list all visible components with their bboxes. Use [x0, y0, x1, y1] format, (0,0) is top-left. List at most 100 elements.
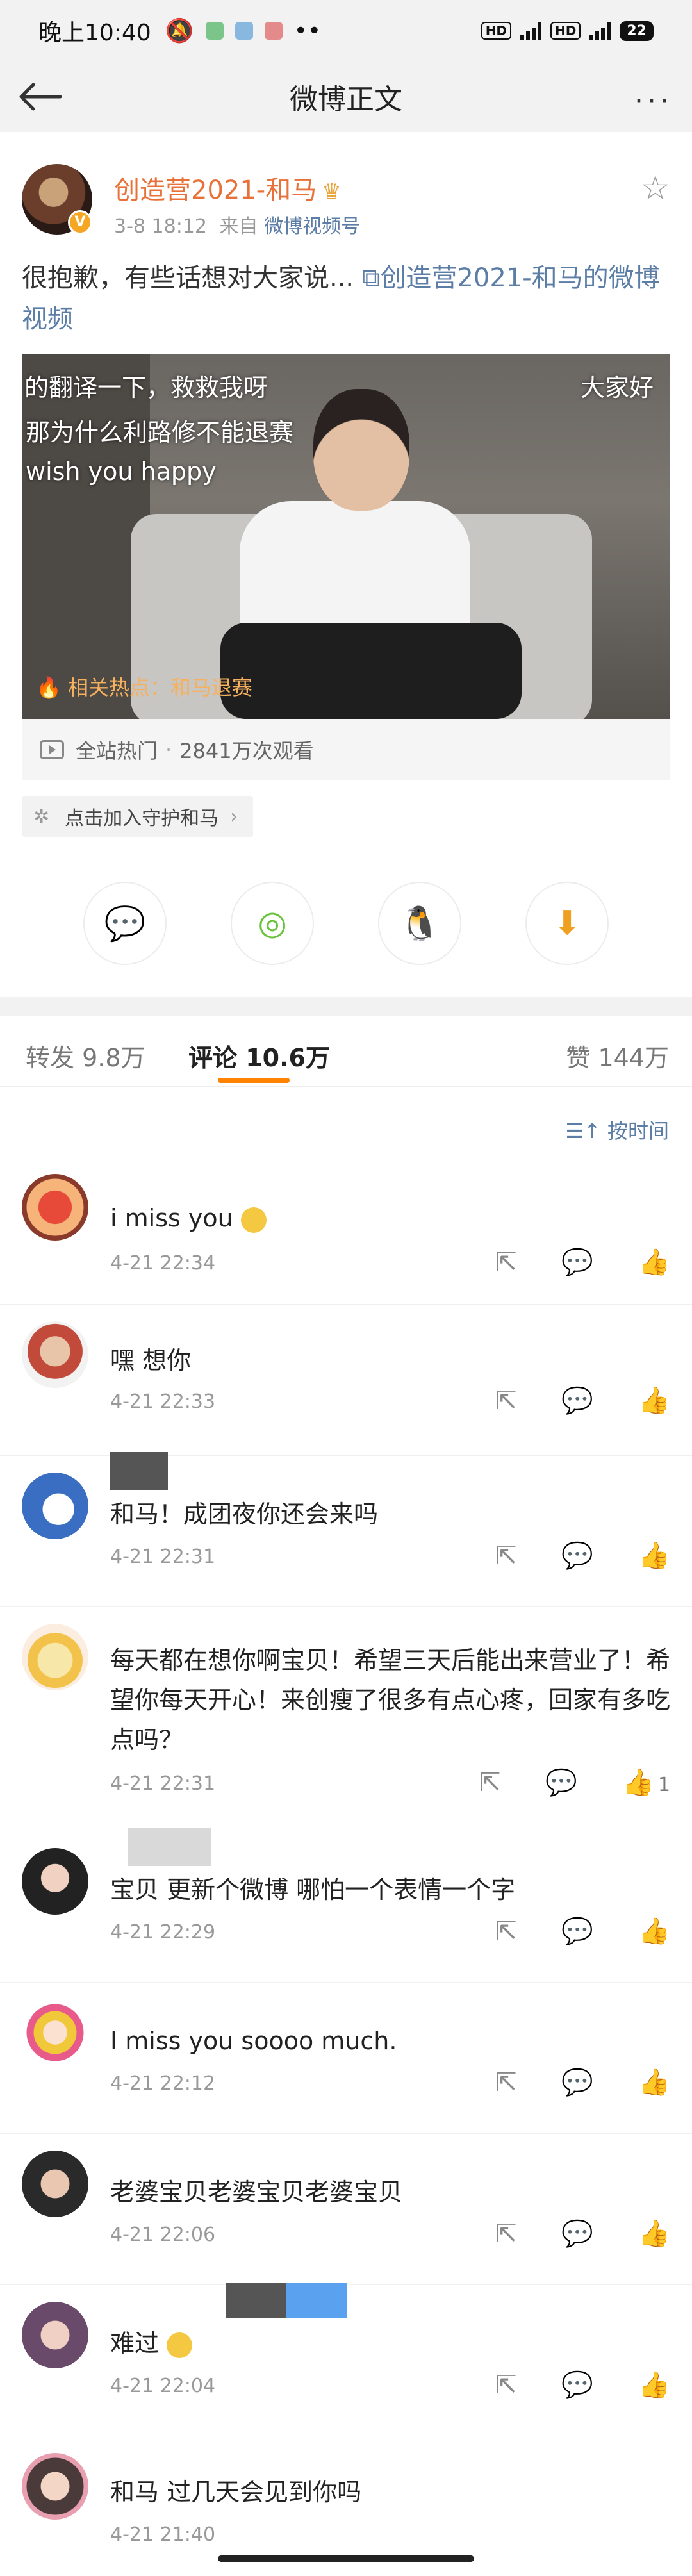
home-indicator[interactable] [218, 2555, 474, 2562]
post-meta: 3-8 18:12 来自 微博视频号 [114, 210, 360, 238]
comment-actions: ⇱ 💬 👍 1 [479, 1767, 670, 1798]
reply-icon[interactable]: 💬 [561, 2067, 593, 2097]
author-name-wrap[interactable]: 创造营2021-和马 ♛ [114, 169, 342, 206]
commenter-name-redacted [226, 2283, 347, 2318]
tab-repost[interactable]: 转发 9.8万 [26, 1038, 145, 1073]
like-icon[interactable]: 👍 [638, 2370, 670, 2400]
commenter-avatar[interactable] [22, 1624, 88, 1690]
comment-text: I miss you soooo much. [110, 2027, 397, 2055]
repost-icon[interactable]: ⇱ [495, 2068, 517, 2097]
repost-icon[interactable]: ⇱ [495, 2370, 517, 2400]
repost-icon[interactable]: ⇱ [495, 1541, 517, 1571]
like-icon[interactable]: 👍 [638, 1916, 670, 1946]
comment-actions: ⇱ 💬 👍 [495, 2218, 670, 2249]
repost-icon[interactable]: ⇱ [495, 1917, 517, 1946]
repost-icon[interactable]: ⇱ [479, 1768, 501, 1797]
commenter-avatar[interactable] [22, 1999, 88, 2066]
reply-icon[interactable]: 💬 [545, 1767, 577, 1797]
guard-icon: ✲ [33, 805, 50, 828]
author-name[interactable]: 创造营2021-和马 [114, 176, 317, 205]
comment-text: i miss you [110, 1204, 233, 1232]
app-notification-icon [205, 22, 224, 40]
comment-text-wrap: 和马 过几天会见到你吗 [110, 2472, 674, 2512]
more-options-icon[interactable]: ··· [634, 85, 673, 117]
chevron-right-icon: › [230, 805, 238, 828]
reply-icon[interactable]: 💬 [561, 2370, 593, 2400]
comment-time: 4-21 22:31 [110, 1546, 216, 1568]
related-hot-topic[interactable]: 🔥 相关热点：和马退赛 [36, 672, 252, 701]
comment-actions: ⇱ 💬 👍 [495, 1916, 670, 1947]
page-title: 微博正文 [290, 83, 402, 116]
save-image-button[interactable]: ⬇ [525, 882, 609, 965]
commenter-avatar[interactable] [22, 1848, 88, 1915]
commenter-avatar[interactable] [22, 1473, 88, 1539]
qq-share-button[interactable]: 🐧 [378, 882, 461, 965]
post-source[interactable]: 微博视频号 [264, 215, 360, 238]
join-guard-button[interactable]: ✲ 点击加入守护和马 › [22, 796, 254, 837]
nav-bar: 微博正文 ··· [0, 62, 692, 132]
hd-badge: HD [550, 22, 581, 40]
more-notifications-icon: •• [293, 17, 322, 44]
wechat-share-button[interactable]: 💬 [83, 882, 167, 965]
tab-likes[interactable]: 赞 144万 [566, 1038, 669, 1073]
notification-icons: 🔕 •• [165, 17, 322, 45]
like-icon[interactable]: 👍 [638, 1385, 670, 1416]
like-count: 1 [657, 1774, 670, 1796]
mute-icon: 🔕 [165, 18, 194, 44]
stats-separator: · [165, 738, 172, 762]
commenter-avatar[interactable] [22, 1174, 88, 1241]
comment-item: 宝贝 更新个微博 哪怕一个表情一个字 4-21 22:29 ⇱ 💬 👍 [0, 1828, 692, 1983]
back-arrow-icon[interactable] [18, 81, 63, 113]
video-player[interactable]: 的翻译一下，救救我呀 那为什么利路修不能退赛 wish you happy 大家… [22, 354, 670, 719]
comment-text-wrap: I miss you soooo much. [110, 2021, 674, 2061]
like-icon[interactable]: 👍 [638, 1540, 670, 1571]
comment-item: i miss you 4-21 22:34 ⇱ 💬 👍 [0, 1157, 692, 1305]
repost-icon[interactable]: ⇱ [495, 1248, 517, 1277]
comment-time: 4-21 22:12 [110, 2072, 216, 2095]
comment-text: 老婆宝贝老婆宝贝老婆宝贝 [110, 2178, 403, 2206]
reply-icon[interactable]: 💬 [561, 1385, 593, 1416]
comment-item: 和马！成团夜你还会来吗 4-21 22:31 ⇱ 💬 👍 [0, 1452, 692, 1607]
commenter-avatar[interactable] [22, 2453, 88, 2520]
tab-comments[interactable]: 评论 10.6万 [188, 1038, 330, 1073]
reply-icon[interactable]: 💬 [561, 2218, 593, 2249]
commenter-avatar[interactable] [22, 2302, 88, 2368]
video-caption: 大家好 [580, 374, 654, 402]
repost-icon[interactable]: ⇱ [495, 2219, 517, 2249]
guard-label: 点击加入守护和马 [65, 807, 219, 830]
crown-icon: ♛ [322, 179, 342, 204]
comment-time: 4-21 22:04 [110, 2375, 216, 2397]
stats-label: 全站热门 [76, 739, 158, 763]
comment-actions: ⇱ 💬 👍 [495, 1385, 670, 1416]
post-author: V 创造营2021-和马 ♛ 3-8 18:12 来自 微博视频号 ☆ [0, 132, 692, 238]
post-date: 3-8 18:12 [114, 215, 207, 238]
hd-badge: HD [481, 22, 512, 40]
comment-time: 4-21 21:40 [110, 2523, 216, 2546]
like-icon[interactable]: 👍 [638, 2218, 670, 2249]
reply-icon[interactable]: 💬 [561, 1540, 593, 1571]
source-prefix: 来自 [219, 215, 258, 238]
like-icon[interactable]: 👍 [638, 2067, 670, 2097]
repost-icon[interactable]: ⇱ [495, 1386, 517, 1416]
favorite-star-icon[interactable]: ☆ [640, 169, 670, 208]
active-tab-indicator [218, 1078, 290, 1083]
video-caption: 那为什么利路修不能退赛 [26, 418, 294, 447]
like-icon: 👍 [622, 1768, 654, 1797]
like-icon[interactable]: 👍 [638, 1247, 670, 1277]
view-count: 2841万次观看 [179, 739, 314, 763]
hot-topic-label[interactable]: 相关热点：和马退赛 [68, 675, 252, 700]
reply-icon[interactable]: 💬 [561, 1247, 593, 1277]
comment-actions: ⇱ 💬 👍 [495, 1247, 670, 1278]
section-divider [0, 997, 692, 1016]
reply-icon[interactable]: 💬 [561, 1916, 593, 1946]
like-button[interactable]: 👍 1 [622, 1767, 670, 1797]
moments-share-button[interactable]: ◎ [231, 882, 314, 965]
sort-by-time-button[interactable]: ☰↑ 按时间 [565, 1115, 669, 1144]
share-row: 💬 ◎ 🐧 ⬇ [0, 837, 692, 978]
comment-text: 嘿 想你 [110, 1346, 192, 1375]
commenter-name-redacted [110, 1452, 168, 1490]
commenter-avatar[interactable] [22, 2151, 88, 2217]
comment-text: 和马！成团夜你还会来吗 [110, 1500, 379, 1528]
comment-text-wrap: 和马！成团夜你还会来吗 [110, 1494, 674, 1534]
commenter-avatar[interactable] [22, 1321, 88, 1388]
